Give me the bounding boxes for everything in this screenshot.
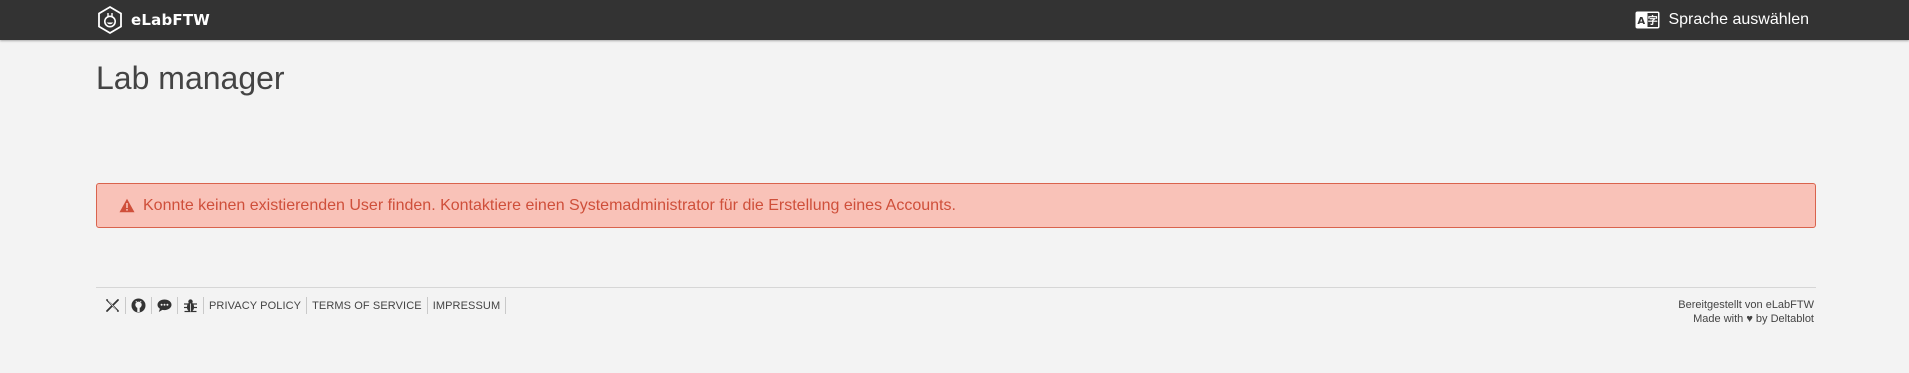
language-icon: A 字 xyxy=(1635,11,1660,29)
provided-by-text: Bereitgestellt von eLabFTW xyxy=(1678,299,1814,311)
github-icon xyxy=(131,298,146,313)
chat-link[interactable] xyxy=(152,297,178,314)
warning-icon xyxy=(119,198,135,213)
chat-icon xyxy=(157,299,172,312)
terms-of-service-item: TERMS OF SERVICE xyxy=(307,297,428,314)
footer-divider xyxy=(96,287,1816,288)
bug-icon xyxy=(184,299,197,313)
terms-of-service-link[interactable]: TERMS OF SERVICE xyxy=(312,300,422,312)
error-alert: Konnte keinen existierenden User finden.… xyxy=(96,183,1816,228)
brand-home-link[interactable]: eLabFTW xyxy=(95,5,210,35)
svg-text:A: A xyxy=(1638,16,1646,27)
x-twitter-link[interactable] xyxy=(100,297,126,314)
privacy-policy-link[interactable]: PRIVACY POLICY xyxy=(209,300,301,312)
page-title: Lab manager xyxy=(96,60,285,96)
brand-label: eLabFTW xyxy=(131,11,211,29)
github-link[interactable] xyxy=(126,297,152,314)
impressum-item: IMPRESSUM xyxy=(428,297,507,314)
svg-text:字: 字 xyxy=(1648,14,1658,27)
top-navbar: eLabFTW A 字 Sprache auswählen xyxy=(0,0,1909,40)
privacy-policy-item: PRIVACY POLICY xyxy=(204,297,308,314)
made-with-text: Made with ♥ by Deltablot xyxy=(1693,313,1814,325)
language-button-label: Sprache auswählen xyxy=(1668,11,1809,28)
x-twitter-icon xyxy=(106,299,119,312)
bug-report-link[interactable] xyxy=(178,297,204,314)
footer-credits: Bereitgestellt von eLabFTW Made with ♥ b… xyxy=(1678,298,1814,326)
language-selector-button[interactable]: A 字 Sprache auswählen xyxy=(1635,8,1809,32)
elabftw-logo-icon xyxy=(98,5,122,35)
alert-message: Konnte keinen existierenden User finden.… xyxy=(143,196,956,214)
footer-links: PRIVACY POLICY TERMS OF SERVICE IMPRESSU… xyxy=(100,297,507,314)
impressum-link[interactable]: IMPRESSUM xyxy=(433,300,501,312)
